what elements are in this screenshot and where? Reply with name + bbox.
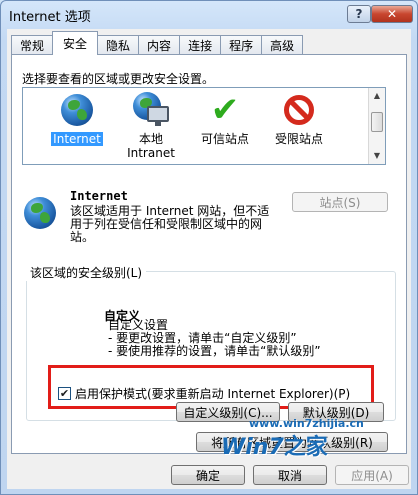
tab-content[interactable]: 内容 — [138, 35, 181, 55]
selected-zone-globe-icon — [22, 195, 58, 231]
tab-strip: 常规 安全 隐私 内容 连接 程序 高级 — [11, 31, 304, 55]
no-entry-icon — [281, 92, 317, 128]
protected-mode-label: 启用保护模式(要求重新启动 Internet Explorer)(P) — [75, 387, 351, 401]
help-button[interactable]: ? — [347, 5, 371, 23]
title-bar: Internet 选项 ? ✕ — [1, 1, 417, 29]
internet-options-window: Internet 选项 ? ✕ 常规 安全 隐私 内容 连接 程序 高级 选择要… — [0, 0, 418, 495]
watermark-url: www.win7zhijia.cn — [249, 417, 364, 430]
close-button[interactable]: ✕ — [371, 5, 413, 23]
zone-label: 可信站点 — [200, 132, 249, 146]
zone-internet[interactable]: Internet — [41, 92, 113, 146]
cancel-button[interactable]: 取消 — [253, 465, 327, 485]
scroll-thumb[interactable] — [371, 112, 383, 132]
zone-label-line2: Intranet — [127, 146, 175, 160]
globe-icon — [59, 92, 95, 128]
ok-button[interactable]: 确定 — [171, 465, 245, 485]
security-panel: 选择要查看的区域或更改安全设置。 Internet 本地 Intranet ✔ — [11, 54, 407, 454]
zone-info-description: 该区域适用于 Internet 网站，但不适用于列在受信任和受限制区域中的网站。 — [70, 204, 270, 244]
tab-general[interactable]: 常规 — [11, 35, 54, 55]
zone-label: Internet — [51, 132, 103, 146]
zone-local-intranet[interactable]: 本地 Intranet — [115, 92, 187, 160]
security-level-group-label: 该区域的安全级别(L) — [26, 264, 147, 281]
watermark-suffix: 之家 — [283, 435, 328, 460]
sites-button[interactable]: 站点(S) — [292, 192, 388, 212]
protected-mode-option[interactable]: ✔ 启用保护模式(要求重新启动 Internet Explorer)(P) — [58, 385, 350, 402]
scroll-up-arrow-icon[interactable]: ▲ — [369, 88, 385, 104]
zone-list-scrollbar[interactable]: ▲ ▼ — [368, 88, 385, 164]
checkmark-icon: ✔ — [210, 90, 240, 130]
level-line: - 要使用推荐的设置，请单击“默认级别” — [108, 344, 321, 358]
zone-restricted-sites[interactable]: 受限站点 — [263, 92, 335, 146]
zone-list[interactable]: Internet 本地 Intranet ✔ 可信站点 受限站点 ▲ ▼ — [22, 87, 386, 165]
tab-security[interactable]: 安全 — [52, 31, 99, 55]
window-title: Internet 选项 — [9, 10, 91, 25]
site-watermark-logo: www.win7zhijia.cn Win7之家 — [221, 417, 364, 461]
security-level-description: 自定义设置 - 要更改设置，请单击“自定义级别” - 要使用推荐的设置，请单击“… — [108, 319, 321, 358]
zone-label: 本地 — [138, 132, 163, 146]
select-zone-label: 选择要查看的区域或更改安全设置。 — [22, 72, 215, 86]
tab-advanced[interactable]: 高级 — [261, 35, 304, 55]
tab-connections[interactable]: 连接 — [179, 35, 222, 55]
scroll-down-arrow-icon[interactable]: ▼ — [369, 148, 385, 164]
watermark-brand: Win7 — [221, 435, 284, 460]
tab-privacy[interactable]: 隐私 — [97, 35, 140, 55]
apply-button[interactable]: 应用(A) — [335, 465, 409, 485]
zone-trusted-sites[interactable]: ✔ 可信站点 — [189, 92, 261, 146]
protected-mode-checkbox[interactable]: ✔ — [58, 387, 71, 400]
local-intranet-icon — [133, 92, 169, 128]
zone-label: 受限站点 — [274, 132, 323, 146]
zone-info-title: Internet — [70, 189, 128, 203]
tab-programs[interactable]: 程序 — [220, 35, 263, 55]
